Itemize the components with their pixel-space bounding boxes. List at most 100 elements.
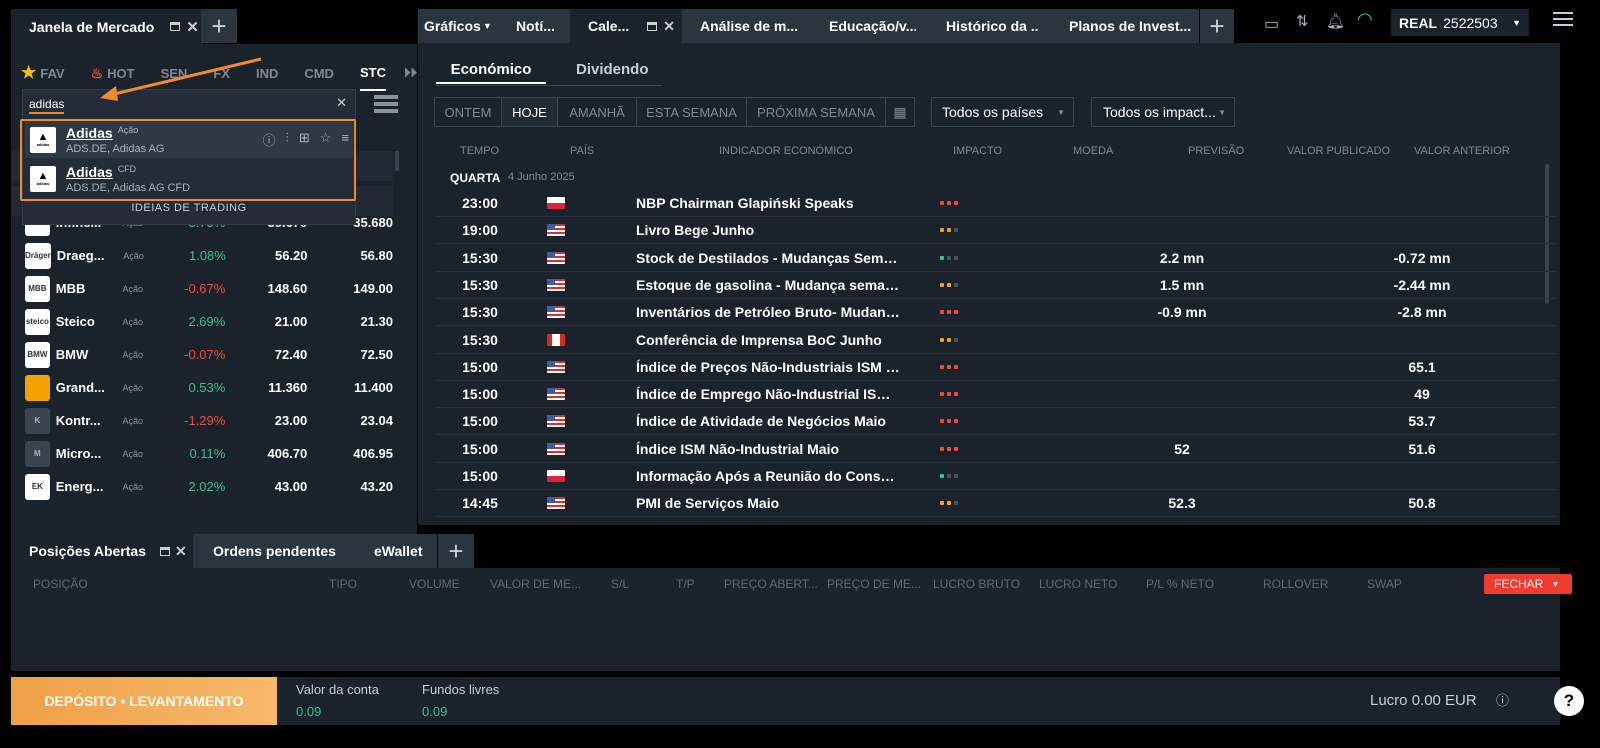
market-window-tab[interactable]: Janela de Mercado ✕ xyxy=(11,9,203,44)
tab-education[interactable]: Educação/v... xyxy=(798,9,916,43)
instrument-row[interactable]: Dräger Draeg... Ação 1.08% 56.20 56.80 xyxy=(25,239,393,272)
bell-icon[interactable]: 🔔︎ xyxy=(1326,12,1345,30)
impact-dot xyxy=(954,201,958,205)
instrument-row[interactable]: BMW BMW Ação -0.07% 72.40 72.50 xyxy=(25,338,393,371)
instrument-row[interactable]: steico Steico Ação 2.69% 21.00 21.30 xyxy=(25,305,393,338)
instrument-ask[interactable]: 72.50 xyxy=(307,347,393,362)
list-view-icon[interactable] xyxy=(374,95,398,113)
instrument-ask[interactable]: 406.95 xyxy=(307,446,393,461)
tab-investment-plans[interactable]: Planos de Invest... xyxy=(1039,9,1199,43)
instrument-bid[interactable]: 43.00 xyxy=(225,479,308,494)
info-icon[interactable]: ⓘ xyxy=(1496,690,1509,709)
instrument-row[interactable]: Grand... Ação 0.53% 11.360 11.400 xyxy=(25,371,393,404)
chart-icon[interactable]: ⫶ xyxy=(286,130,289,149)
header-impact: IMPACTO xyxy=(953,145,1003,157)
instrument-ask[interactable]: 11.400 xyxy=(307,380,393,395)
menu-icon[interactable] xyxy=(1553,12,1573,26)
tab-pending-orders[interactable]: Ordens pendentes xyxy=(193,534,351,568)
scroll-right-icon[interactable]: ⏵⏵ xyxy=(404,65,417,81)
period-yesterday[interactable]: ONTEM xyxy=(435,98,502,126)
event-time: 15:00 xyxy=(462,440,498,457)
add-to-list-icon[interactable]: ≡ xyxy=(341,130,349,149)
transfer-icon[interactable]: ⇅ xyxy=(1296,12,1309,30)
instrument-row[interactable]: K Kontr... Ação -1.29% 23.00 23.04 xyxy=(25,404,393,437)
scrollbar[interactable] xyxy=(395,151,399,171)
trading-ideas-link[interactable]: IDEIAS DE TRADING xyxy=(23,202,355,214)
instrument-ask[interactable]: 43.20 xyxy=(307,479,393,494)
search-input[interactable]: adidas xyxy=(29,97,65,114)
instrument-ask[interactable]: 23.04 xyxy=(307,413,393,428)
instrument-ask[interactable]: 56.80 xyxy=(308,248,393,263)
period-this-week[interactable]: ESTA SEMANA xyxy=(637,98,747,126)
tab-market-analysis[interactable]: Análise de m... xyxy=(682,9,798,43)
search-result-item[interactable]: ▲ adidas Adidas Ação ADS.DE, Adidas AG ⓘ ⫶… xyxy=(25,121,353,158)
event-row[interactable]: 15:30 Inventários de Petróleo Bruto- Mud… xyxy=(436,299,1556,327)
instrument-bid[interactable]: 23.00 xyxy=(225,413,308,428)
tab-cmd[interactable]: CMD xyxy=(304,66,334,81)
impact-indicator xyxy=(900,310,992,315)
period-next-week[interactable]: PRÓXIMA SEMANA xyxy=(747,98,886,126)
free-funds-label: Fundos livres xyxy=(422,682,500,697)
instrument-row[interactable]: EK Energ... Ação 2.02% 43.00 43.20 xyxy=(25,470,393,503)
event-row[interactable]: 15:30 Estoque de gasolina - Mudança sema… xyxy=(436,272,1556,299)
layout-icon[interactable]: ▭ xyxy=(1264,14,1279,34)
instrument-bid[interactable]: 21.00 xyxy=(225,314,308,329)
tab-open-positions[interactable]: Posições Abertas ✕ xyxy=(11,534,193,568)
close-icon[interactable]: ✕ xyxy=(186,18,199,36)
maximize-icon[interactable] xyxy=(159,546,170,556)
add-tab-button[interactable]: + xyxy=(438,534,474,568)
instrument-ask[interactable]: 149.00 xyxy=(307,281,393,296)
event-row[interactable]: 23:00 NBP Chairman Glapiński Speaks xyxy=(436,190,1556,217)
tab-charts[interactable]: Gráficos ▼ xyxy=(418,9,500,43)
tab-calendar[interactable]: Cale... ✕ xyxy=(570,9,682,43)
instrument-bid[interactable]: 11.360 xyxy=(225,380,307,395)
instrument-bid[interactable]: 148.60 xyxy=(225,281,308,296)
event-forecast: 2.2 mn xyxy=(1159,249,1205,266)
tab-history[interactable]: Histórico da ... xyxy=(916,9,1039,43)
instrument-row[interactable]: MBB MBB Ação -0.67% 148.60 149.00 xyxy=(25,272,393,305)
event-row[interactable]: 15:00 Índice ISM Não-Industrial Maio 52 … xyxy=(436,436,1556,463)
tab-fav[interactable]: FAV xyxy=(40,66,64,81)
favorite-icon[interactable]: ☆ xyxy=(320,130,332,149)
instrument-bid[interactable]: 406.70 xyxy=(225,446,308,461)
close-icon[interactable]: ✕ xyxy=(663,18,675,35)
event-row[interactable]: 15:00 Índice de Emprego Não-Industrial I… xyxy=(436,381,1556,409)
close-icon[interactable]: ✕ xyxy=(175,543,187,560)
maximize-icon[interactable] xyxy=(170,22,181,31)
info-icon[interactable]: ⓘ xyxy=(263,130,276,149)
instrument-row[interactable]: M Micro... Ação 0.11% 406.70 406.95 xyxy=(25,437,393,470)
event-row[interactable]: 15:00 Índice de Preços Não-Industriais I… xyxy=(436,354,1556,381)
account-value: 0.09 xyxy=(296,704,322,719)
instrument-bid[interactable]: 72.40 xyxy=(225,347,308,362)
instrument-bid[interactable]: 56.20 xyxy=(226,248,308,263)
add-tab-button[interactable]: + xyxy=(1200,9,1234,43)
search-result-item[interactable]: ▲ adidas Adidas CFD ADS.DE, Adidas AG CFD xyxy=(25,160,353,197)
event-row[interactable]: 19:00 Livro Bege Junho xyxy=(436,217,1556,245)
event-row[interactable]: 15:00 Índice de Atividade de Negócios Ma… xyxy=(436,408,1556,436)
country-filter[interactable]: Todos os países ▼ xyxy=(931,97,1074,127)
period-tomorrow[interactable]: AMANHÃ xyxy=(558,98,637,126)
clear-search-icon[interactable]: ✕ xyxy=(336,95,347,111)
footer-bar: DEPÓSITO • LEVANTAMENTO Valor da conta 0… xyxy=(11,677,1560,725)
header-indicator: INDICADOR ECONÓMICO xyxy=(719,145,853,157)
event-row[interactable]: 15:30 Conferência de Imprensa BoC Junho xyxy=(436,327,1556,354)
event-row[interactable]: 14:45 PMI de Serviços Maio 52.3 50.8 xyxy=(436,490,1556,518)
period-today[interactable]: HOJE xyxy=(502,98,558,126)
maximize-icon[interactable] xyxy=(647,21,658,31)
add-icon[interactable]: ⊞ xyxy=(299,130,310,149)
close-all-button[interactable]: FECHAR ▼ xyxy=(1484,574,1572,594)
tab-ewallet[interactable]: eWallet xyxy=(351,534,437,568)
tab-dividend[interactable]: Dividendo xyxy=(576,61,649,78)
event-row[interactable]: 15:00 Informação Após a Reunião do Conse… xyxy=(436,463,1556,490)
tab-economic[interactable]: Económico xyxy=(436,61,546,84)
impact-filter[interactable]: Todos os impact... ▼ xyxy=(1091,97,1235,127)
tab-stc[interactable]: STC xyxy=(359,55,386,91)
event-row[interactable]: 15:30 Stock de Destilados - Mudanças Sem… xyxy=(436,245,1556,272)
add-tab-button[interactable]: + xyxy=(201,9,237,43)
calendar-icon[interactable]: ▦ xyxy=(886,98,914,126)
tab-news[interactable]: Notí... xyxy=(500,9,570,43)
deposit-withdraw-button[interactable]: DEPÓSITO • LEVANTAMENTO xyxy=(11,677,277,725)
help-icon[interactable]: ? xyxy=(1554,686,1584,716)
instrument-ask[interactable]: 21.30 xyxy=(307,314,393,329)
account-selector[interactable]: REAL 2522503 ▼ xyxy=(1391,9,1529,36)
